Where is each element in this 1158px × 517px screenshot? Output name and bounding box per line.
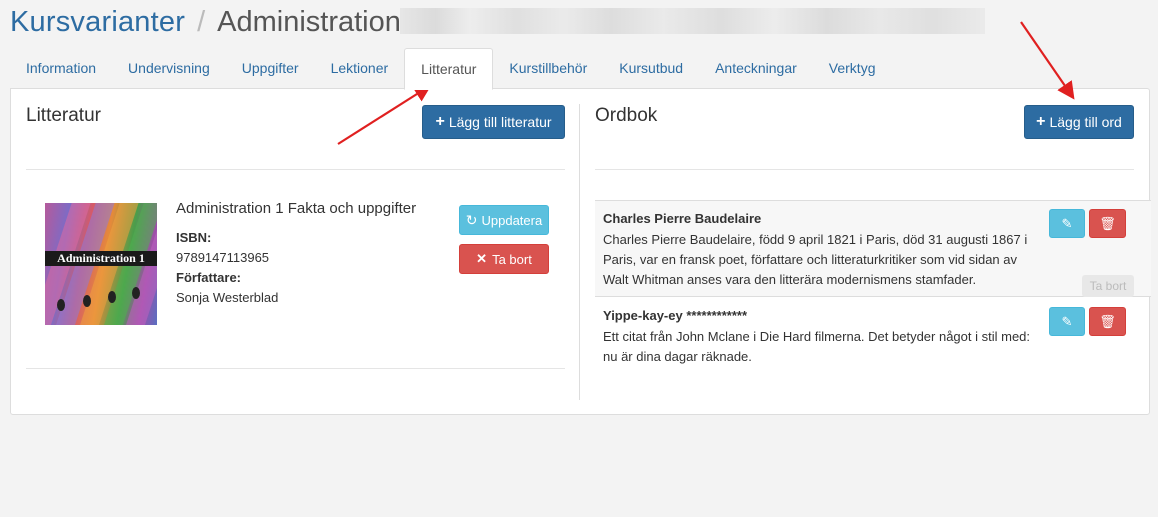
author-value: Sonja Westerblad (176, 290, 279, 305)
add-literature-label: Lägg till litteratur (448, 114, 552, 130)
tab-uppgifter[interactable]: Uppgifter (226, 47, 315, 89)
page: Kursvarianter / Administration Informati… (0, 0, 1158, 517)
isbn-label: ISBN: (176, 230, 212, 245)
divider (595, 169, 1134, 170)
divider (26, 368, 565, 369)
update-book-label: Uppdatera (481, 212, 543, 228)
author-label: Författare: (176, 270, 242, 285)
book-cover-title: Administration 1 (45, 251, 157, 266)
tab-information[interactable]: Information (10, 47, 112, 89)
entry-term: Yippe-kay-ey ************ (603, 308, 748, 323)
close-icon: ✕ (476, 251, 488, 266)
isbn-value: 9789147113965 (176, 250, 270, 265)
pencil-icon: ✎ (1061, 313, 1073, 329)
pencil-icon: ✎ (1061, 215, 1073, 231)
redacted-area (400, 8, 985, 34)
edit-entry-button[interactable]: ✎ (1049, 307, 1085, 336)
delete-book-button[interactable]: ✕ Ta bort (459, 244, 549, 274)
tab-lektioner[interactable]: Lektioner (315, 47, 405, 89)
entry-term: Charles Pierre Baudelaire (603, 211, 762, 226)
delete-entry-button[interactable]: 🗑︎ (1089, 307, 1126, 336)
delete-book-label: Ta bort (492, 251, 532, 267)
book-title: Administration 1 Fakta och uppgifter (176, 200, 417, 217)
edit-entry-button[interactable]: ✎ (1049, 209, 1085, 238)
breadcrumb-link-kursvarianter[interactable]: Kursvarianter (10, 6, 185, 39)
literature-heading: Litteratur (26, 105, 101, 126)
content-panel: Litteratur + Lägg till litteratur Admini… (10, 88, 1151, 415)
trash-icon: 🗑︎ (1099, 313, 1116, 329)
tab-anteckningar[interactable]: Anteckningar (699, 47, 813, 89)
tab-litteratur[interactable]: Litteratur (404, 48, 494, 90)
tab-undervisning[interactable]: Undervisning (112, 47, 226, 89)
add-word-button[interactable]: + Lägg till ord (1024, 105, 1134, 139)
tab-kursutbud[interactable]: Kursutbud (603, 47, 699, 89)
update-book-button[interactable]: ↻ Uppdatera (459, 205, 549, 235)
column-divider (579, 104, 580, 400)
breadcrumb: Kursvarianter / Administration (10, 2, 401, 42)
delete-entry-button[interactable]: 🗑︎ (1089, 209, 1126, 238)
tab-bar: Information Undervisning Uppgifter Lekti… (10, 47, 1150, 90)
add-literature-button[interactable]: + Lägg till litteratur (422, 105, 565, 139)
tooltip: Ta bort (1082, 275, 1134, 297)
plus-icon: + (435, 113, 445, 130)
page-title: Administration (217, 5, 401, 38)
breadcrumb-separator: / (197, 5, 206, 38)
tab-verktyg[interactable]: Verktyg (813, 47, 892, 89)
book-cover-image: Administration 1 (45, 203, 157, 325)
dictionary-heading: Ordbok (595, 105, 658, 126)
plus-icon: + (1036, 113, 1046, 130)
add-word-label: Lägg till ord (1049, 114, 1122, 130)
tab-kurstillbehor[interactable]: Kurstillbehör (493, 47, 603, 89)
divider (26, 169, 565, 170)
entry-definition: Ett citat från John Mclane i Die Hard fi… (603, 329, 1031, 364)
entry-definition: Charles Pierre Baudelaire, född 9 april … (603, 232, 1028, 287)
trash-icon: 🗑︎ (1099, 215, 1116, 231)
refresh-icon: ↻ (465, 211, 478, 228)
